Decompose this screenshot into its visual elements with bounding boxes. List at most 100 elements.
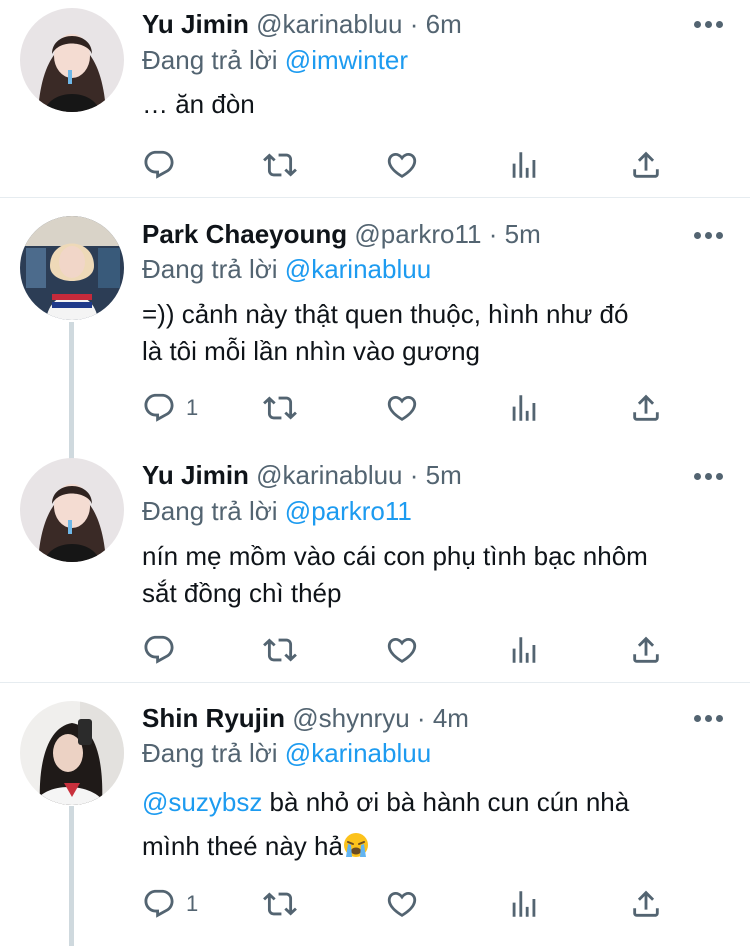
- tweet-text-line: =)) cảnh này thật quen thuộc, hình như đ…: [142, 299, 629, 329]
- display-name[interactable]: Yu Jimin: [142, 9, 249, 39]
- share-button[interactable]: [629, 886, 663, 922]
- replying-to: Đang trả lời @karinabluu: [142, 737, 431, 769]
- reply-to-mention[interactable]: @imwinter: [285, 45, 408, 75]
- like-button[interactable]: [385, 147, 419, 183]
- action-bar: 1: [142, 390, 672, 426]
- like-button[interactable]: [385, 390, 419, 426]
- reply-to-mention[interactable]: @karinabluu: [285, 738, 431, 768]
- like-button[interactable]: [385, 886, 419, 922]
- like-icon: [385, 633, 419, 667]
- analytics-button[interactable]: [507, 147, 541, 183]
- tweet-text-line: mình theé này hả: [142, 824, 720, 868]
- share-button[interactable]: [629, 632, 663, 668]
- reply-button[interactable]: [142, 147, 186, 183]
- share-icon: [629, 887, 663, 921]
- reply-count: 1: [186, 891, 199, 916]
- retweet-icon: [263, 148, 297, 182]
- replying-to-label: Đang trả lời: [142, 496, 278, 526]
- tweet-text: nín mẹ mồm vào cái con phụ tình bạc nhôm…: [142, 538, 720, 612]
- share-button[interactable]: [629, 390, 663, 426]
- reply-icon: [142, 887, 176, 921]
- retweet-button[interactable]: [263, 390, 297, 426]
- user-handle[interactable]: @parkro11: [354, 219, 481, 249]
- tweet-text-span: bà nhỏ ơi bà hành cun cún nhà: [262, 787, 630, 817]
- more-icon[interactable]: [694, 473, 724, 481]
- analytics-icon: [507, 887, 541, 921]
- tweet-text-span: mình theé này hả: [142, 831, 343, 861]
- retweet-icon: [263, 887, 297, 921]
- loudly-crying-face-emoji: [343, 833, 368, 857]
- replying-to-label: Đang trả lời: [142, 45, 278, 75]
- reply-icon: [142, 391, 176, 425]
- like-icon: [385, 391, 419, 425]
- display-name[interactable]: Yu Jimin: [142, 460, 249, 490]
- retweet-icon: [263, 391, 297, 425]
- avatar[interactable]: [20, 458, 124, 562]
- display-name[interactable]: Shin Ryujin: [142, 703, 285, 733]
- replying-to: Đang trả lời @karinabluu: [142, 253, 431, 285]
- analytics-button[interactable]: [507, 632, 541, 668]
- tweet-text-line: là tôi mỗi lần nhìn vào gương: [142, 336, 480, 366]
- tweet-text-line: sắt đồng chì thép: [142, 578, 342, 608]
- timestamp[interactable]: 5m: [426, 460, 462, 490]
- avatar[interactable]: [20, 216, 124, 320]
- replying-to: Đang trả lời @parkro11: [142, 495, 412, 527]
- reply-to-mention[interactable]: @parkro11: [285, 496, 412, 526]
- replying-to-label: Đang trả lời: [142, 254, 278, 284]
- analytics-button[interactable]: [507, 886, 541, 922]
- more-icon[interactable]: [694, 21, 724, 29]
- action-bar: 1: [142, 886, 672, 922]
- retweet-button[interactable]: [263, 147, 297, 183]
- tweet-text-line: … ăn đòn: [142, 89, 255, 119]
- share-icon: [629, 633, 663, 667]
- tweet-text: … ăn đòn: [142, 86, 720, 123]
- display-name[interactable]: Park Chaeyoung: [142, 219, 347, 249]
- like-icon: [385, 887, 419, 921]
- reply-count: 1: [186, 395, 199, 420]
- avatar[interactable]: [20, 8, 124, 112]
- more-icon[interactable]: [694, 232, 724, 240]
- action-bar: [142, 147, 672, 183]
- avatar[interactable]: [20, 701, 124, 805]
- share-icon: [629, 391, 663, 425]
- retweet-button[interactable]: [263, 886, 297, 922]
- timestamp[interactable]: 6m: [426, 9, 462, 39]
- separator-dot: ·: [488, 219, 498, 249]
- tweet-text-line: @suzybsz bà nhỏ ơi bà hành cun cún nhà: [142, 780, 720, 824]
- tweet[interactable]: Park Chaeyoung @parkro11 · 5m Đang trả l…: [0, 198, 750, 450]
- reply-button[interactable]: 1: [142, 390, 198, 426]
- replying-to-label: Đang trả lời: [142, 738, 278, 768]
- tweet-text: @suzybsz bà nhỏ ơi bà hành cun cún nhà m…: [142, 780, 720, 868]
- share-icon: [629, 148, 663, 182]
- reply-button[interactable]: [142, 632, 186, 668]
- tweet-text-line: nín mẹ mồm vào cái con phụ tình bạc nhôm: [142, 541, 648, 571]
- reply-icon: [142, 633, 176, 667]
- tweet[interactable]: Shin Ryujin @shynryu · 4m Đang trả lời @…: [0, 683, 750, 946]
- tweet[interactable]: Yu Jimin @karinabluu · 6m Đang trả lời @…: [0, 0, 750, 197]
- separator-dot: ·: [409, 460, 419, 490]
- user-handle[interactable]: @shynryu: [292, 703, 409, 733]
- separator-dot: ·: [416, 703, 426, 733]
- analytics-icon: [507, 148, 541, 182]
- mention-link[interactable]: @suzybsz: [142, 787, 262, 817]
- like-icon: [385, 148, 419, 182]
- reply-to-mention[interactable]: @karinabluu: [285, 254, 431, 284]
- user-handle[interactable]: @karinabluu: [256, 9, 402, 39]
- timestamp[interactable]: 5m: [505, 219, 541, 249]
- analytics-icon: [507, 391, 541, 425]
- reply-button[interactable]: 1: [142, 886, 198, 922]
- retweet-icon: [263, 633, 297, 667]
- analytics-icon: [507, 633, 541, 667]
- analytics-button[interactable]: [507, 390, 541, 426]
- action-bar: [142, 632, 672, 668]
- replying-to: Đang trả lời @imwinter: [142, 44, 408, 76]
- reply-icon: [142, 148, 176, 182]
- like-button[interactable]: [385, 632, 419, 668]
- separator-dot: ·: [409, 9, 419, 39]
- retweet-button[interactable]: [263, 632, 297, 668]
- share-button[interactable]: [629, 147, 663, 183]
- timestamp[interactable]: 4m: [433, 703, 469, 733]
- user-handle[interactable]: @karinabluu: [256, 460, 402, 490]
- more-icon[interactable]: [694, 715, 724, 723]
- tweet[interactable]: Yu Jimin @karinabluu · 5m Đang trả lời @…: [0, 450, 750, 682]
